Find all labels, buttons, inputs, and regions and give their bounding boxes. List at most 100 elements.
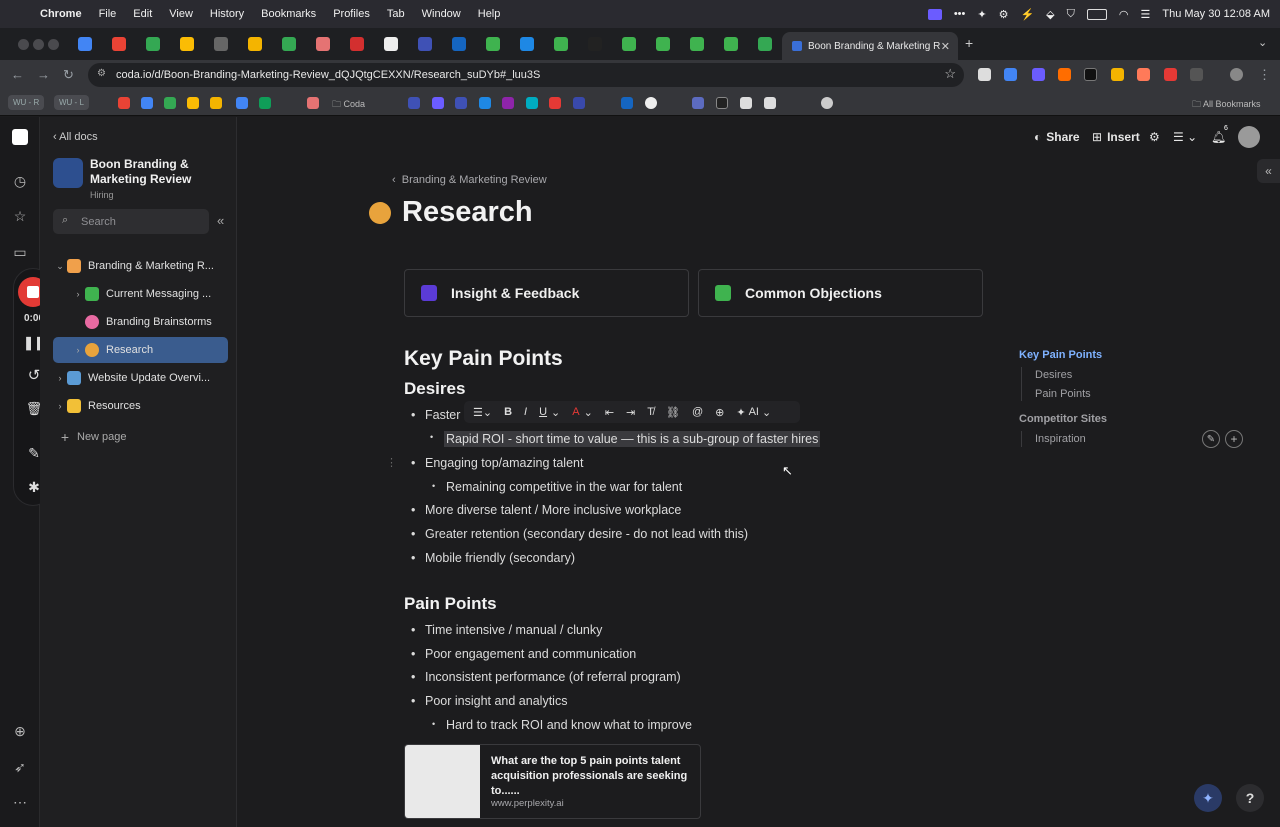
- ai-assistant-button[interactable]: ✦: [1194, 784, 1222, 812]
- tab-favicon-boon-5[interactable]: [690, 37, 704, 51]
- sidebar-item-website-update[interactable]: › Website Update Overvi...: [53, 365, 228, 391]
- bookmark-app-icon-2[interactable]: [455, 97, 467, 109]
- drag-handle-icon[interactable]: ⋮: [386, 456, 397, 469]
- wifi-icon[interactable]: ◠: [1119, 8, 1129, 21]
- bookmark-app-icon-11[interactable]: [764, 97, 776, 109]
- tab-favicon-app[interactable]: [384, 37, 398, 51]
- menu-edit[interactable]: Edit: [133, 8, 152, 20]
- add-circle-icon[interactable]: ⊕: [12, 723, 28, 739]
- text-color-icon[interactable]: A: [572, 406, 579, 418]
- bold-icon[interactable]: B: [504, 406, 512, 418]
- browser-menu-icon[interactable]: ⋮: [1258, 67, 1271, 83]
- tab-favicon-youtube[interactable]: [350, 37, 364, 51]
- bookmark-docs-icon[interactable]: [236, 97, 248, 109]
- dropbox-icon[interactable]: ⬙: [1046, 8, 1054, 21]
- tab-favicon-boon-3[interactable]: [622, 37, 636, 51]
- list-item[interactable]: Remaining competitive in the war for tal…: [432, 480, 682, 494]
- mention-icon[interactable]: @: [692, 406, 703, 418]
- menu-window[interactable]: Window: [422, 8, 461, 20]
- extension-icon-1[interactable]: [1004, 68, 1017, 81]
- rocket-icon[interactable]: ➶: [12, 759, 28, 775]
- indent-icon[interactable]: ⇥: [626, 406, 635, 419]
- menu-view[interactable]: View: [169, 8, 193, 20]
- bookmark-app-icon-10[interactable]: [740, 97, 752, 109]
- folder-icon[interactable]: ▭: [12, 244, 28, 260]
- link-icon[interactable]: ⛓: [666, 406, 680, 419]
- bookmark-app-icon-8[interactable]: [621, 97, 633, 109]
- list-item[interactable]: Mobile friendly (secondary): [411, 551, 575, 565]
- desires-heading[interactable]: Desires: [404, 379, 465, 399]
- doc-title-line1[interactable]: Boon Branding &: [90, 157, 189, 171]
- active-tab[interactable]: Boon Branding & Marketing R ✕: [782, 32, 958, 60]
- tab-favicon-doc[interactable]: [214, 37, 228, 51]
- bookmark-gmail-icon[interactable]: [118, 97, 130, 109]
- coda-logo-icon[interactable]: [12, 129, 28, 145]
- list-item[interactable]: Time intensive / manual / clunky: [411, 623, 602, 637]
- bookmark-app-icon-7[interactable]: [573, 97, 585, 109]
- expand-caret-icon[interactable]: ›: [53, 373, 67, 383]
- bookmark-app-icon-5[interactable]: [526, 97, 538, 109]
- clock[interactable]: Thu May 30 12:08 AM: [1162, 8, 1270, 20]
- add-icon[interactable]: +: [1225, 430, 1243, 448]
- recent-clock-icon[interactable]: ◷: [12, 173, 28, 189]
- sidebar-item-branding-brainstorms[interactable]: Branding Brainstorms: [53, 309, 228, 335]
- bookmark-app-icon-9[interactable]: [645, 97, 657, 109]
- new-page-button[interactable]: + New page: [53, 424, 228, 450]
- tab-favicon-boon-6[interactable]: [724, 37, 738, 51]
- common-objections-card[interactable]: Common Objections: [698, 269, 983, 317]
- menu-profiles[interactable]: Profiles: [333, 8, 370, 20]
- extension-icon-5[interactable]: [1111, 68, 1124, 81]
- list-style-icon[interactable]: ☰⌄: [473, 406, 492, 419]
- sidebar-search-input[interactable]: ⌕ Search: [53, 209, 209, 234]
- tab-favicon-boon-4[interactable]: [656, 37, 670, 51]
- back-icon[interactable]: ←: [11, 67, 24, 82]
- bookmark-star-icon[interactable]: ☆: [944, 66, 956, 82]
- new-tab-button[interactable]: +: [965, 35, 973, 51]
- address-bar[interactable]: ⚙ coda.io/d/Boon-Branding-Marketing-Revi…: [88, 63, 964, 87]
- tab-favicon-drive[interactable]: [146, 37, 160, 51]
- bookmark-photos-icon[interactable]: [187, 97, 199, 109]
- user-avatar[interactable]: [1238, 126, 1260, 148]
- list-item[interactable]: Engaging top/amazing talent: [411, 456, 583, 470]
- sidebar-item-current-messaging[interactable]: › Current Messaging ...: [53, 281, 228, 307]
- bookmark-chip-wu-r[interactable]: WU - R: [8, 95, 45, 110]
- add-comment-icon[interactable]: ⊕: [715, 406, 724, 419]
- insight-feedback-card[interactable]: Insight & Feedback: [404, 269, 689, 317]
- extension-icon-3[interactable]: [1058, 68, 1071, 81]
- minimize-window-button[interactable]: [33, 39, 44, 50]
- tab-favicon-drive-2[interactable]: [180, 37, 194, 51]
- settings-gear-icon[interactable]: ⚙: [1149, 130, 1160, 144]
- tab-favicon-home[interactable]: [316, 37, 330, 51]
- tab-favicon-drive-4[interactable]: [758, 37, 772, 51]
- pain-points-heading[interactable]: Pain Points: [404, 594, 497, 614]
- bookmark-slides-icon[interactable]: [210, 97, 222, 109]
- list-item[interactable]: Poor engagement and communication: [411, 647, 636, 661]
- list-item[interactable]: Inconsistent performance (of referral pr…: [411, 670, 681, 684]
- bookmark-app-icon-3[interactable]: [479, 97, 491, 109]
- help-button[interactable]: ?: [1236, 784, 1264, 812]
- toc-item-desires[interactable]: Desires: [1035, 369, 1072, 381]
- bookmark-drive-icon[interactable]: [164, 97, 176, 109]
- toc-item-key-pain-points[interactable]: Key Pain Points: [1019, 349, 1102, 361]
- underline-icon[interactable]: U: [539, 406, 547, 418]
- reload-icon[interactable]: ↻: [63, 67, 74, 83]
- bookmark-app-icon-6[interactable]: [549, 97, 561, 109]
- list-item[interactable]: Poor insight and analytics: [411, 694, 567, 708]
- screen-record-icon[interactable]: [927, 8, 942, 20]
- site-info-icon[interactable]: ⚙: [97, 68, 106, 79]
- expand-caret-icon[interactable]: ›: [71, 345, 85, 355]
- share-button[interactable]: ◐ Share: [1034, 130, 1080, 144]
- list-item[interactable]: Greater retention (secondary desire - do…: [411, 527, 748, 541]
- toc-item-competitor-sites[interactable]: Competitor Sites: [1019, 413, 1107, 425]
- tab-search-chevron-icon[interactable]: ⌄: [1258, 36, 1267, 49]
- expand-caret-icon[interactable]: ›: [53, 401, 67, 411]
- tab-favicon-app-2[interactable]: [418, 37, 432, 51]
- shield-icon[interactable]: ⛉: [1067, 8, 1075, 21]
- tab-favicon-boon[interactable]: [486, 37, 500, 51]
- bookmark-calendar-icon[interactable]: [141, 97, 153, 109]
- gear-icon[interactable]: ⚙: [999, 8, 1009, 21]
- bookmark-app-icon-1[interactable]: [432, 97, 444, 109]
- menu-chrome[interactable]: Chrome: [40, 8, 82, 20]
- menu-help[interactable]: Help: [478, 8, 501, 20]
- italic-icon[interactable]: I: [524, 406, 527, 418]
